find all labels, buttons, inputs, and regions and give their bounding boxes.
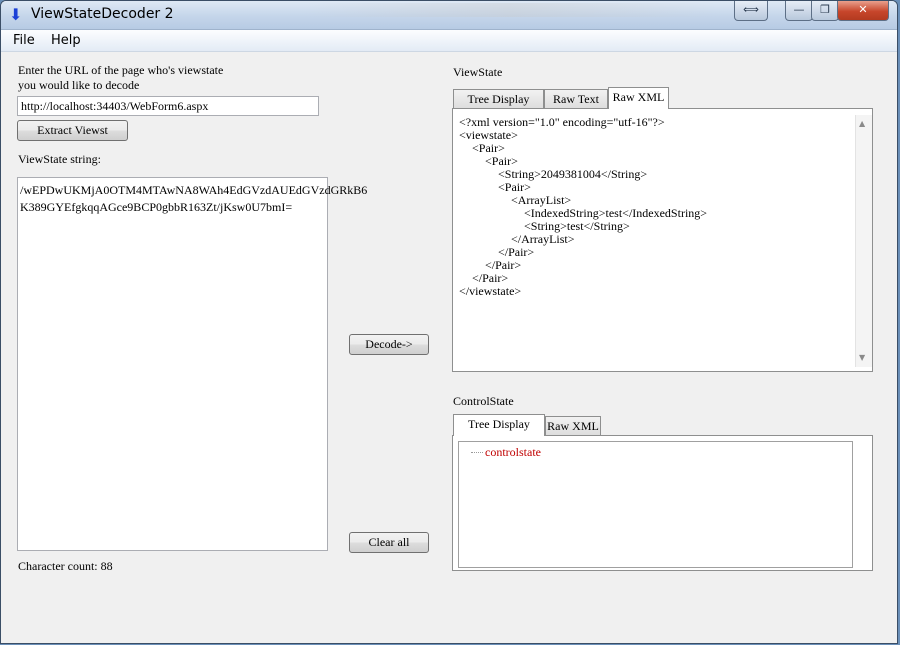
tab-controlstate-tree-display[interactable]: Tree Display	[453, 414, 545, 436]
character-count: Character count: 88	[18, 559, 113, 573]
window-title: ViewStateDecoder 2	[31, 6, 174, 22]
tree-node-controlstate[interactable]: controlstate	[485, 445, 541, 460]
viewstate-string-label: ViewState string:	[18, 152, 101, 166]
url-prompt-line2: you would like to decode	[18, 78, 140, 92]
title-bar[interactable]: ⬇ ViewStateDecoder 2 ⟺ — ❐ ✕	[1, 1, 897, 30]
menu-help[interactable]: Help	[51, 33, 81, 48]
close-button[interactable]: ✕	[837, 1, 889, 21]
controlstate-label: ControlState	[453, 394, 514, 408]
xml-line: </viewstate>	[459, 284, 522, 298]
tab-controlstate-raw-xml[interactable]: Raw XML	[545, 416, 601, 436]
viewstate-string-input[interactable]: /wEPDwUKMjA0OTM4MTAwNA8WAh4EdGVzdAUEdGVz…	[17, 177, 368, 551]
viewstate-string-line2: K389GYEfgkqqAGce9BCP0gbbR163Zt/jKsw0U7bm…	[20, 200, 293, 214]
tree-connector	[471, 452, 483, 453]
viewstate-label: ViewState	[453, 65, 503, 79]
app-window: ⬇ ViewStateDecoder 2 ⟺ — ❐ ✕ File Help E…	[0, 0, 898, 644]
url-input[interactable]	[17, 96, 319, 116]
viewstate-string-line1: /wEPDwUKMjA0OTM4MTAwNA8WAh4EdGVzdAUEdGVz…	[20, 183, 368, 197]
titlebar-blur	[301, 3, 721, 17]
menu-bar: File Help	[1, 30, 897, 52]
switch-window-button[interactable]: ⟺	[734, 1, 768, 21]
scroll-up-arrow-icon[interactable]: ▲	[859, 119, 865, 128]
tab-viewstate-raw-xml[interactable]: Raw XML	[608, 87, 669, 109]
extract-viewstate-button[interactable]: Extract Viewst	[17, 120, 128, 141]
tab-viewstate-raw-text[interactable]: Raw Text	[544, 89, 608, 109]
url-prompt-line1: Enter the URL of the page who's viewstat…	[18, 63, 224, 77]
controlstate-tree-view[interactable]: controlstate	[458, 441, 853, 568]
clear-all-button[interactable]: Clear all	[349, 532, 429, 553]
scroll-down-arrow-icon[interactable]: ▼	[859, 353, 865, 362]
controlstate-tree-panel[interactable]: controlstate	[452, 435, 873, 571]
minimize-button[interactable]: —	[785, 1, 813, 21]
decode-button[interactable]: Decode->	[349, 334, 429, 355]
menu-file[interactable]: File	[13, 33, 35, 48]
down-arrow-icon: ⬇	[9, 5, 23, 24]
viewstate-xml-panel[interactable]: <?xml version="1.0" encoding="utf-16"?> …	[452, 108, 873, 372]
viewstate-scrollbar[interactable]: ▲ ▼	[855, 115, 872, 367]
maximize-button[interactable]: ❐	[811, 1, 839, 21]
tab-viewstate-tree-display[interactable]: Tree Display	[453, 89, 544, 109]
